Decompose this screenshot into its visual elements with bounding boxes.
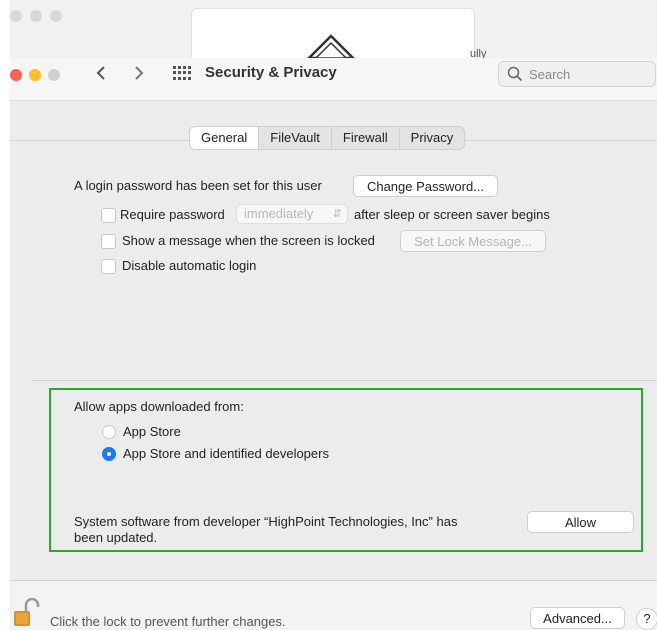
section-divider [32, 380, 657, 381]
identified-developers-label: App Store and identified developers [123, 446, 329, 461]
show-all-button[interactable] [173, 66, 191, 80]
tab-bar: General FileVault Firewall Privacy [189, 126, 466, 150]
tab-general[interactable]: General [190, 127, 259, 149]
security-privacy-window: Security & Privacy General FileVault Fir… [10, 58, 657, 630]
grid-dot [183, 76, 186, 80]
zoom-button[interactable] [48, 69, 60, 81]
grid-dot [173, 71, 176, 75]
grid-dot [178, 71, 181, 75]
require-password-value: immediately [244, 206, 314, 221]
window-controls [10, 69, 60, 81]
grid-dot [183, 66, 186, 69]
background-zoom-dot [50, 10, 62, 22]
background-minimize-dot [30, 10, 42, 22]
tab-filevault[interactable]: FileVault [258, 127, 331, 149]
grid-dot [173, 66, 176, 69]
grid-dot [178, 66, 181, 69]
tab-firewall[interactable]: Firewall [330, 127, 399, 149]
grid-dot [173, 76, 176, 80]
set-lock-message-button[interactable]: Set Lock Message... [400, 230, 546, 252]
help-button[interactable]: ? [636, 608, 657, 630]
login-password-text: A login password has been set for this u… [74, 178, 322, 193]
require-password-label: Require password [120, 207, 225, 222]
after-sleep-text: after sleep or screen saver begins [354, 207, 550, 222]
chevron-left-icon [96, 66, 105, 80]
tab-privacy[interactable]: Privacy [398, 127, 465, 149]
require-password-checkbox[interactable] [101, 208, 116, 223]
app-store-radio[interactable] [102, 425, 116, 439]
lock-text: Click the lock to prevent further change… [50, 614, 286, 629]
unlocked-padlock-icon[interactable] [12, 598, 42, 628]
advanced-button[interactable]: Advanced... [530, 607, 625, 629]
titlebar: Security & Privacy [10, 58, 657, 101]
require-password-select[interactable]: immediately ⇵ [236, 204, 348, 224]
minimize-button[interactable] [29, 69, 41, 81]
disable-login-checkbox[interactable] [101, 259, 116, 274]
chevron-right-icon [135, 66, 144, 80]
allow-apps-heading: Allow apps downloaded from: [74, 399, 244, 414]
grid-dot [188, 76, 191, 80]
close-button[interactable] [10, 69, 22, 81]
change-password-button[interactable]: Change Password... [353, 175, 498, 197]
grid-dot [188, 66, 191, 69]
show-message-checkbox[interactable] [101, 234, 116, 249]
disable-login-label: Disable automatic login [122, 258, 257, 273]
search-input[interactable] [527, 66, 651, 83]
search-icon [507, 66, 523, 82]
window-title: Security & Privacy [205, 64, 337, 81]
house-icon [306, 34, 356, 60]
updown-chevron-icon: ⇵ [332, 208, 342, 220]
system-software-text-line1: System software from developer “HighPoin… [74, 514, 458, 529]
grid-dot [188, 71, 191, 75]
background-close-dot [10, 10, 22, 22]
identified-developers-radio[interactable] [102, 447, 116, 461]
forward-button[interactable] [128, 64, 150, 86]
app-store-label: App Store [123, 424, 181, 439]
system-software-text-line2: been updated. [74, 530, 158, 545]
show-message-label: Show a message when the screen is locked [122, 233, 375, 248]
background-window-controls [10, 10, 62, 22]
allow-button[interactable]: Allow [527, 511, 634, 533]
search-field[interactable] [498, 61, 656, 87]
back-button[interactable] [90, 64, 112, 86]
grid-dot [178, 76, 181, 80]
grid-dot [183, 71, 186, 75]
